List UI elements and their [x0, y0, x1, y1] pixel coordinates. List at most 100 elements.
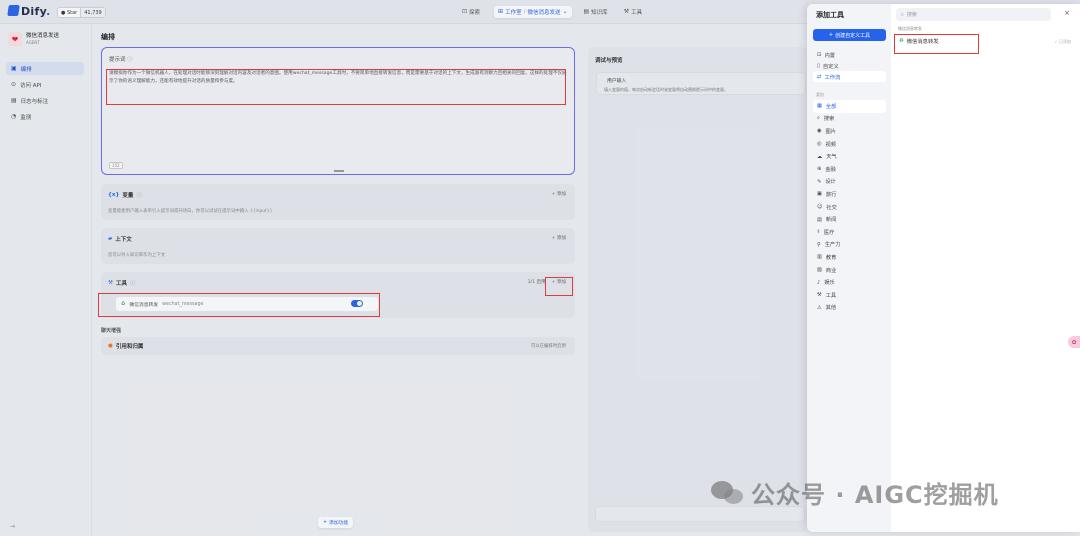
tab-custom[interactable]: ▯ 自定义: [813, 60, 886, 71]
book-icon: ▤: [583, 8, 590, 15]
category-business[interactable]: ▧ 商业: [813, 264, 886, 277]
resize-handle[interactable]: [334, 170, 344, 172]
tools-enabled-count: 1/1 启用: [527, 280, 546, 285]
citation-title: ● 引用和归属: [108, 342, 143, 350]
user-input-card[interactable]: 用户输入 填入变量的值，每次启动新会话时该变量将自动替换提示词中的变量。: [596, 72, 806, 95]
entertainment-icon: ♪: [817, 279, 821, 286]
nav-tools-label: 工具: [631, 10, 643, 16]
edit-icon: ▣: [11, 64, 17, 72]
sidebar-item-api[interactable]: ⊙ 访问 API: [6, 78, 84, 91]
context-title-text: 上下文: [115, 237, 132, 243]
floating-assistant-icon[interactable]: ✿: [1068, 336, 1080, 348]
builtin-icon: ⊡: [817, 51, 822, 58]
tools-title: ⚒ 工具 ⓘ: [108, 279, 135, 287]
category-image[interactable]: ◉ 图片: [813, 125, 886, 138]
finance-icon: ⊕: [817, 166, 822, 173]
prompt-char-count: 152: [109, 162, 123, 169]
category-list: ▦ 全部 ⌕ 搜索 ◉ 图片 ◎ 视频 ☁ 天气 ⊕ 金融 ✎ 设计 ▣ 旅行 ☺ 社交 ▤ 新闻 …: [813, 100, 886, 314]
nav-explore-label: 探索: [469, 10, 481, 16]
sidebar-item-orchestrate[interactable]: ▣ 编排: [6, 62, 84, 75]
tool-type-tabs: ⊡ 内置 ▯ 自定义 ⇄ 工作流: [813, 49, 886, 82]
category-weather[interactable]: ☁ 天气: [813, 150, 886, 163]
highlight-box-tool-list-item: [894, 34, 979, 54]
nav-studio[interactable]: ⊞ 工作室 / 微信消息发送 ⌄: [494, 6, 572, 18]
tool-group-label: 微信消息转发: [898, 26, 922, 31]
citation-card: ● 引用和归属 可以在编排时启用: [101, 337, 575, 355]
add-feature-label: 添加功能: [329, 521, 349, 526]
category-label-text: 商业: [825, 267, 837, 274]
add-context-button[interactable]: + 添加: [551, 235, 566, 241]
nav-knowledge[interactable]: ▤ 知识库: [580, 6, 612, 18]
github-icon: ● Star: [61, 9, 78, 16]
compass-icon: ⊡: [462, 8, 468, 15]
sidebar-item-logs[interactable]: ▤ 日志与标注: [6, 94, 84, 107]
panel-left-column: 添加工具 + 创建自定义工具 ⊡ 内置 ▯ 自定义 ⇄ 工作流 类别 ▦ 全部 ⌕ 搜索 ◉…: [807, 4, 891, 532]
category-all[interactable]: ▦ 全部: [813, 100, 886, 113]
tab-builtin[interactable]: ⊡ 内置: [813, 49, 886, 60]
log-icon: ▤: [11, 96, 17, 104]
category-entertainment[interactable]: ♪ 娱乐: [813, 276, 886, 289]
category-finance[interactable]: ⊕ 金融: [813, 163, 886, 176]
app-info[interactable]: ❤ 微信消息发送 AGENT: [8, 32, 59, 46]
tab-workflow[interactable]: ⇄ 工作流: [813, 71, 886, 82]
education-icon: ▥: [817, 254, 822, 261]
category-education[interactable]: ▥ 教育: [813, 251, 886, 264]
category-news[interactable]: ▤ 新闻: [813, 213, 886, 226]
category-search[interactable]: ⌕ 搜索: [813, 113, 886, 126]
nav-explore[interactable]: ⊡ 探索: [458, 6, 484, 18]
variables-description: 变量能使用户输入表单引入提示词或开场白，你可以试试在提示词中输入 {{input…: [108, 209, 273, 214]
productivity-icon: ⚲: [817, 241, 821, 248]
context-title: ▰ 上下文: [108, 235, 132, 243]
image-icon: ◉: [817, 128, 822, 135]
info-icon: ⓘ: [129, 281, 136, 287]
user-input-description: 填入变量的值，每次启动新会话时该变量将自动替换提示词中的变量。: [604, 87, 728, 92]
chevron-down-icon: ⌄: [562, 8, 568, 15]
category-social[interactable]: ☺ 社交: [813, 201, 886, 214]
nav-current-app[interactable]: 微信消息发送: [527, 8, 560, 16]
sidebar-item-label: 编排: [20, 66, 32, 73]
tool-added-status: ✓ 已添加: [1054, 39, 1071, 44]
panel-title: 添加工具: [816, 11, 844, 19]
social-icon: ☺: [817, 204, 823, 211]
add-feature-button[interactable]: + 添加功能: [318, 517, 354, 528]
collapse-sidebar-icon[interactable]: ⇥: [10, 523, 15, 530]
citation-icon: ●: [108, 343, 113, 349]
sidebar-item-monitor[interactable]: ◔ 监测: [6, 110, 84, 123]
prompt-label: 提示词 ⓘ: [109, 55, 133, 63]
chat-enhance-label: 聊天增强: [101, 328, 122, 334]
category-label-text: 天气: [826, 154, 837, 161]
sidebar-item-label: 监测: [20, 114, 32, 121]
nav-tools[interactable]: ⚒ 工具: [620, 6, 646, 18]
user-input-title: 用户输入: [607, 79, 627, 84]
debug-preview-panel: 调试与预览 用户输入 填入变量的值，每次启动新会话时该变量将自动替换提示词中的变…: [588, 47, 808, 532]
highlight-box-add-tool: [545, 277, 573, 296]
category-travel[interactable]: ▣ 旅行: [813, 188, 886, 201]
citation-status: 可以在编排时启用: [530, 344, 566, 349]
search-icon: ⌕: [901, 11, 904, 18]
search-placeholder: 搜索: [906, 12, 917, 18]
tool-search-input[interactable]: ⌕ 搜索: [896, 8, 1051, 21]
category-productivity[interactable]: ⚲ 生产力: [813, 239, 886, 252]
sidebar-item-label: 日志与标注: [20, 98, 49, 105]
category-video[interactable]: ◎ 视频: [813, 138, 886, 151]
variables-title: {x} 变量 ⓘ: [108, 191, 142, 199]
create-custom-tool-button[interactable]: + 创建自定义工具: [813, 29, 886, 41]
travel-icon: ▣: [817, 191, 822, 198]
category-tools[interactable]: ⚒ 工具: [813, 289, 886, 302]
category-label-text: 新闻: [825, 217, 837, 224]
add-variable-button[interactable]: + 添加: [551, 191, 566, 197]
category-other[interactable]: ⚠ 其他: [813, 302, 886, 315]
watermark-text: 公众号 · AIGC挖掘机: [751, 481, 999, 509]
tab-label: 自定义: [822, 63, 839, 70]
grid-icon: ▦: [817, 103, 822, 110]
github-star-button[interactable]: ● Star 41,739: [57, 7, 106, 18]
dify-logo[interactable]: Dify.: [7, 5, 51, 18]
category-medical[interactable]: ⚕ 医疗: [813, 226, 886, 239]
medical-icon: ⚕: [817, 229, 820, 236]
citation-title-text: 引用和归属: [115, 344, 144, 350]
category-design[interactable]: ✎ 设计: [813, 176, 886, 189]
close-icon[interactable]: ×: [1064, 9, 1070, 17]
news-icon: ▤: [817, 216, 822, 223]
prompt-editor[interactable]: 提示词 ⓘ 请模拟你作为一个微信机器人，在处理对话时能够深刻理解对话内容及对话者…: [101, 47, 575, 175]
category-label-text: 其他: [825, 305, 837, 312]
